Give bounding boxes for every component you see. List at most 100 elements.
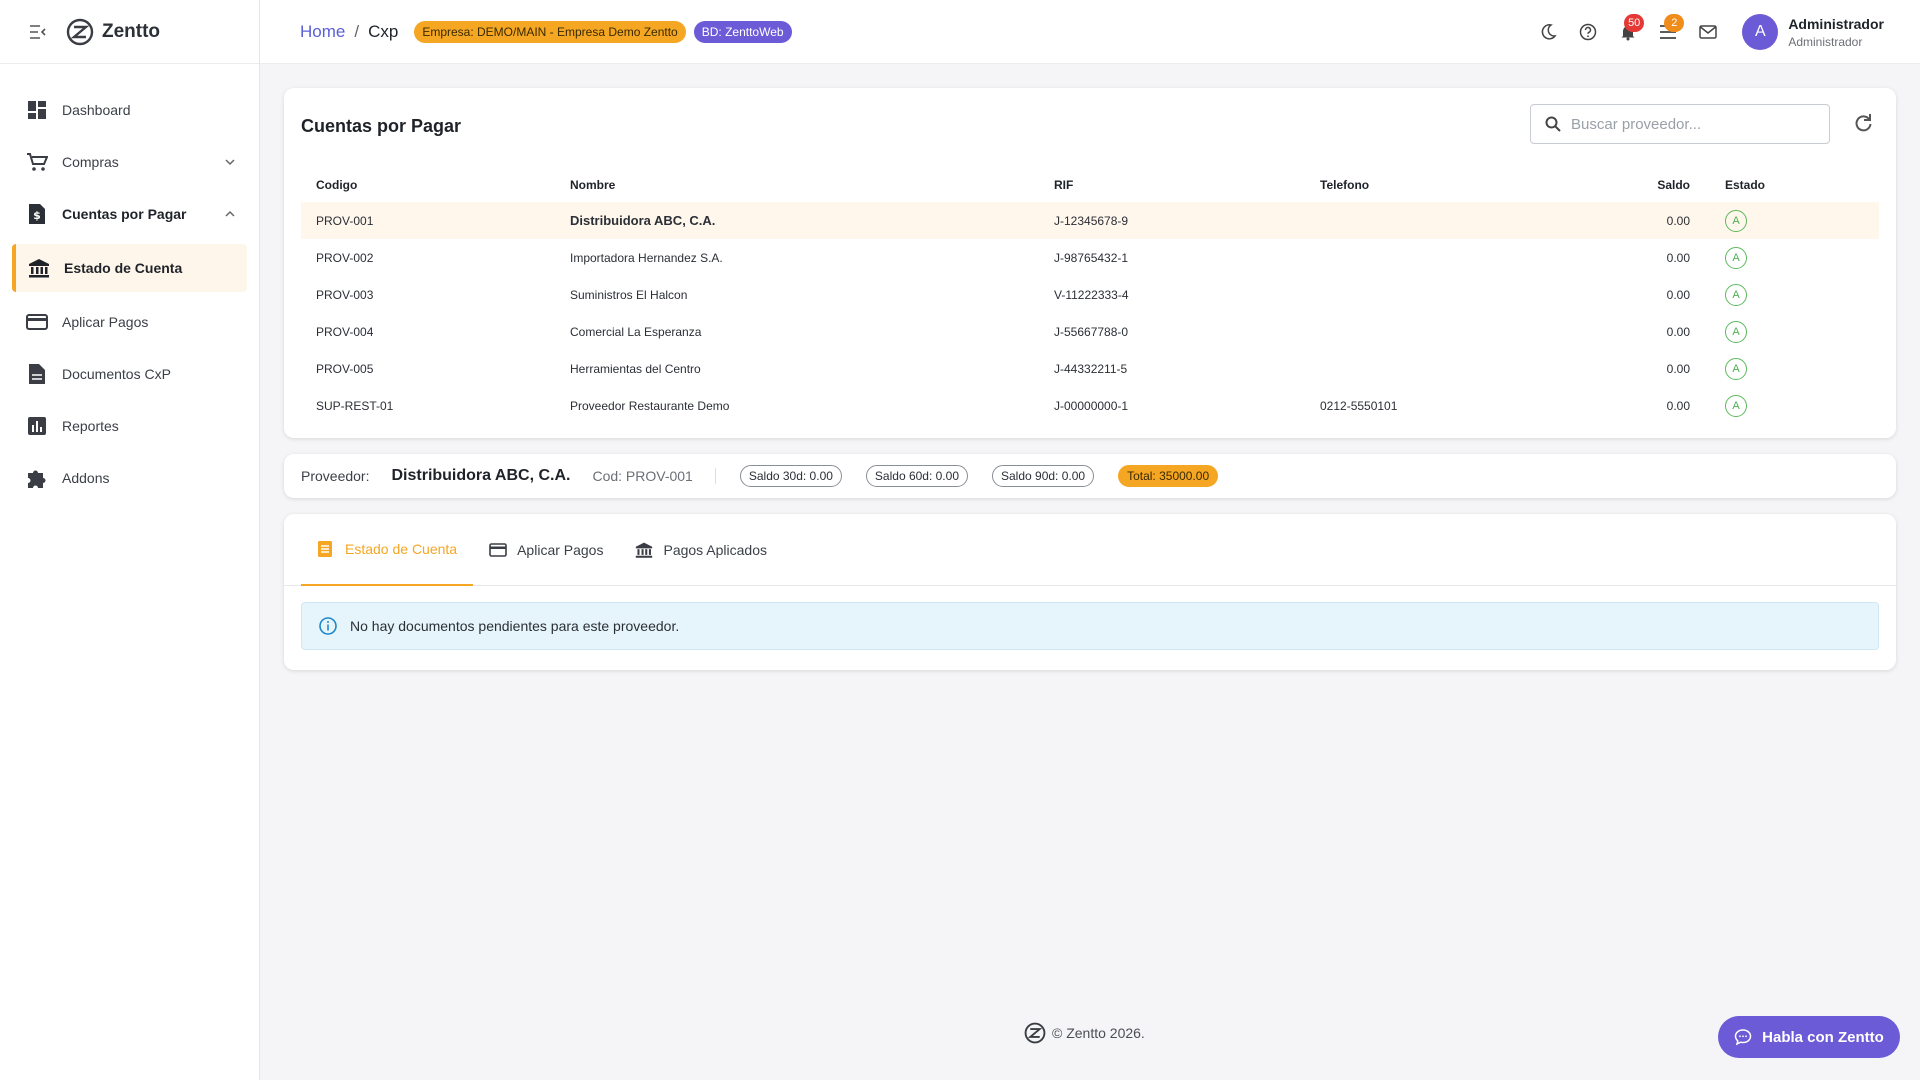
cell-nombre: Suministros El Halcon	[570, 287, 688, 302]
sidebar-item-label: Addons	[62, 470, 110, 486]
cart-icon	[26, 151, 48, 173]
app-name: Zentto	[102, 20, 161, 42]
sidebar-item-documentos-cxp[interactable]: Documentos CxP	[0, 348, 259, 400]
tab-pagos-aplicados[interactable]: Pagos Aplicados	[619, 514, 783, 586]
list-alt-icon	[317, 540, 335, 558]
sidebar-item-label: Estado de Cuenta	[64, 260, 183, 276]
search-input[interactable]	[1571, 115, 1811, 133]
cell-nombre: Comercial La Esperanza	[570, 324, 702, 339]
top-bar: Home / Cxp Empresa: DEMO/MAIN - Empresa …	[260, 0, 1920, 64]
sidebar-item-reportes[interactable]: Reportes	[0, 400, 259, 452]
cell-nombre: Distribuidora ABC, C.A.	[555, 202, 1039, 239]
tab-bar: Estado de Cuenta Aplicar Pagos Pagos Apl…	[284, 514, 1896, 586]
status-badge: A	[1725, 394, 1747, 417]
dark-mode-toggle[interactable]	[1528, 12, 1568, 52]
notifications-button[interactable]: 50	[1608, 12, 1648, 52]
cell-codigo: SUP-REST-01	[316, 398, 394, 413]
sidebar-item-label: Documentos CxP	[62, 366, 171, 382]
sidebar-item-cuentas-por-pagar[interactable]: $ Cuentas por Pagar	[0, 188, 259, 240]
sidebar-item-label: Compras	[62, 154, 119, 170]
cell-telefono: 0212-5550101	[1320, 398, 1398, 413]
app-logo[interactable]: Zentto	[66, 18, 160, 46]
cell-estado: A	[1710, 313, 1879, 350]
cell-rif: J-98765432-1	[1054, 250, 1129, 265]
sidebar-item-estado-de-cuenta[interactable]: Estado de Cuenta	[12, 244, 247, 292]
info-icon	[319, 617, 337, 635]
column-header-estado[interactable]: Estado	[1710, 168, 1879, 202]
provider-code: Cod: PROV-001	[592, 468, 716, 484]
sidebar-nav: Dashboard Compras $ Cuentas por Pagar Es…	[0, 64, 259, 504]
cell-estado: A	[1710, 239, 1879, 276]
sidebar-item-compras[interactable]: Compras	[0, 136, 259, 188]
table-row[interactable]: PROV-005 Herramientas del Centro J-44332…	[301, 350, 1879, 387]
saldo-30d-chip: Saldo 30d: 0.00	[739, 465, 842, 487]
cell-saldo: 0.00	[1666, 361, 1690, 376]
document-icon	[26, 363, 48, 385]
credit-card-icon	[489, 541, 507, 559]
zentto-logo-icon	[1024, 1022, 1046, 1044]
cell-saldo: 0.00	[1666, 398, 1690, 413]
status-badge: A	[1725, 209, 1747, 232]
table-row[interactable]: PROV-003 Suministros El Halcon V-1122233…	[301, 276, 1879, 313]
cell-telefono	[1305, 276, 1635, 313]
status-badge: A	[1725, 320, 1747, 343]
table-row[interactable]: PROV-002 Importadora Hernandez S.A. J-98…	[301, 239, 1879, 276]
column-header-saldo[interactable]: Saldo	[1635, 168, 1710, 202]
column-header-rif[interactable]: RIF	[1039, 168, 1305, 202]
table-row[interactable]: PROV-001 Distribuidora ABC, C.A. J-12345…	[301, 202, 1879, 239]
help-button[interactable]	[1568, 12, 1608, 52]
cell-estado: A	[1710, 276, 1879, 313]
sidebar-item-dashboard[interactable]: Dashboard	[0, 84, 259, 136]
tasks-button[interactable]: 2	[1648, 12, 1688, 52]
cell-estado: A	[1710, 202, 1879, 239]
column-header-telefono[interactable]: Telefono	[1305, 168, 1635, 202]
footer: © Zentto 2026.	[1024, 1022, 1145, 1044]
invoice-icon: $	[26, 203, 48, 225]
svg-text:$: $	[33, 209, 41, 222]
provider-summary-card: Proveedor: Distribuidora ABC, C.A. Cod: …	[284, 454, 1896, 498]
provider-name: Distribuidora ABC, C.A.	[391, 467, 571, 484]
cell-estado: A	[1710, 387, 1879, 424]
cell-nombre: Importadora Hernandez S.A.	[570, 250, 723, 265]
table-header-row: Codigo Nombre RIF Telefono Saldo Estado	[301, 168, 1879, 202]
top-bar-actions: 50 2 A Administrador Administrador	[1528, 0, 1884, 64]
avatar[interactable]: A	[1742, 14, 1779, 50]
sidebar-item-aplicar-pagos[interactable]: Aplicar Pagos	[0, 296, 259, 348]
sidebar-item-addons[interactable]: Addons	[0, 452, 259, 504]
collapse-menu-icon[interactable]	[28, 22, 48, 42]
table-row[interactable]: SUP-REST-01 Proveedor Restaurante Demo J…	[301, 387, 1879, 424]
search-box[interactable]	[1530, 104, 1830, 144]
messages-button[interactable]	[1688, 12, 1728, 52]
cell-codigo: PROV-003	[316, 287, 374, 302]
moon-icon	[1541, 24, 1557, 40]
breadcrumb-home-link[interactable]: Home	[300, 22, 345, 42]
refresh-button[interactable]	[1852, 112, 1876, 136]
chat-button-label: Habla con Zentto	[1762, 1028, 1884, 1046]
sidebar-item-label: Aplicar Pagos	[62, 314, 149, 330]
cell-rif: J-12345678-9	[1039, 202, 1305, 239]
cell-saldo: 0.00	[1666, 324, 1690, 339]
column-header-codigo[interactable]: Codigo	[301, 168, 555, 202]
cell-codigo: PROV-004	[316, 324, 374, 339]
database-chip[interactable]: BD: ZenttoWeb	[693, 20, 792, 43]
breadcrumb-current: Cxp	[368, 21, 399, 41]
chevron-up-icon	[225, 210, 235, 217]
user-info[interactable]: Administrador Administrador	[1788, 16, 1884, 49]
bank-icon	[635, 541, 653, 559]
cell-rif: V-11222333-4	[1054, 287, 1129, 302]
saldo-90d-chip: Saldo 90d: 0.00	[992, 465, 1095, 487]
empresa-chip[interactable]: Empresa: DEMO/MAIN - Empresa Demo Zentto	[414, 20, 686, 43]
tab-aplicar-pagos[interactable]: Aplicar Pagos	[473, 514, 619, 586]
chat-button[interactable]: Habla con Zentto	[1718, 1016, 1900, 1058]
providers-table: Codigo Nombre RIF Telefono Saldo Estado …	[301, 168, 1879, 424]
account-detail-card: Estado de Cuenta Aplicar Pagos Pagos Apl…	[284, 514, 1896, 670]
cell-estado: A	[1710, 350, 1879, 387]
sidebar-item-label: Reportes	[62, 418, 119, 434]
column-header-nombre[interactable]: Nombre	[555, 168, 1039, 202]
table-row[interactable]: PROV-004 Comercial La Esperanza J-556677…	[301, 313, 1879, 350]
status-badge: A	[1725, 283, 1747, 306]
help-icon	[1580, 23, 1597, 41]
tab-estado-de-cuenta[interactable]: Estado de Cuenta	[301, 514, 474, 586]
provider-label: Proveedor:	[301, 468, 370, 484]
alert-text: No hay documentos pendientes para este p…	[350, 618, 680, 634]
